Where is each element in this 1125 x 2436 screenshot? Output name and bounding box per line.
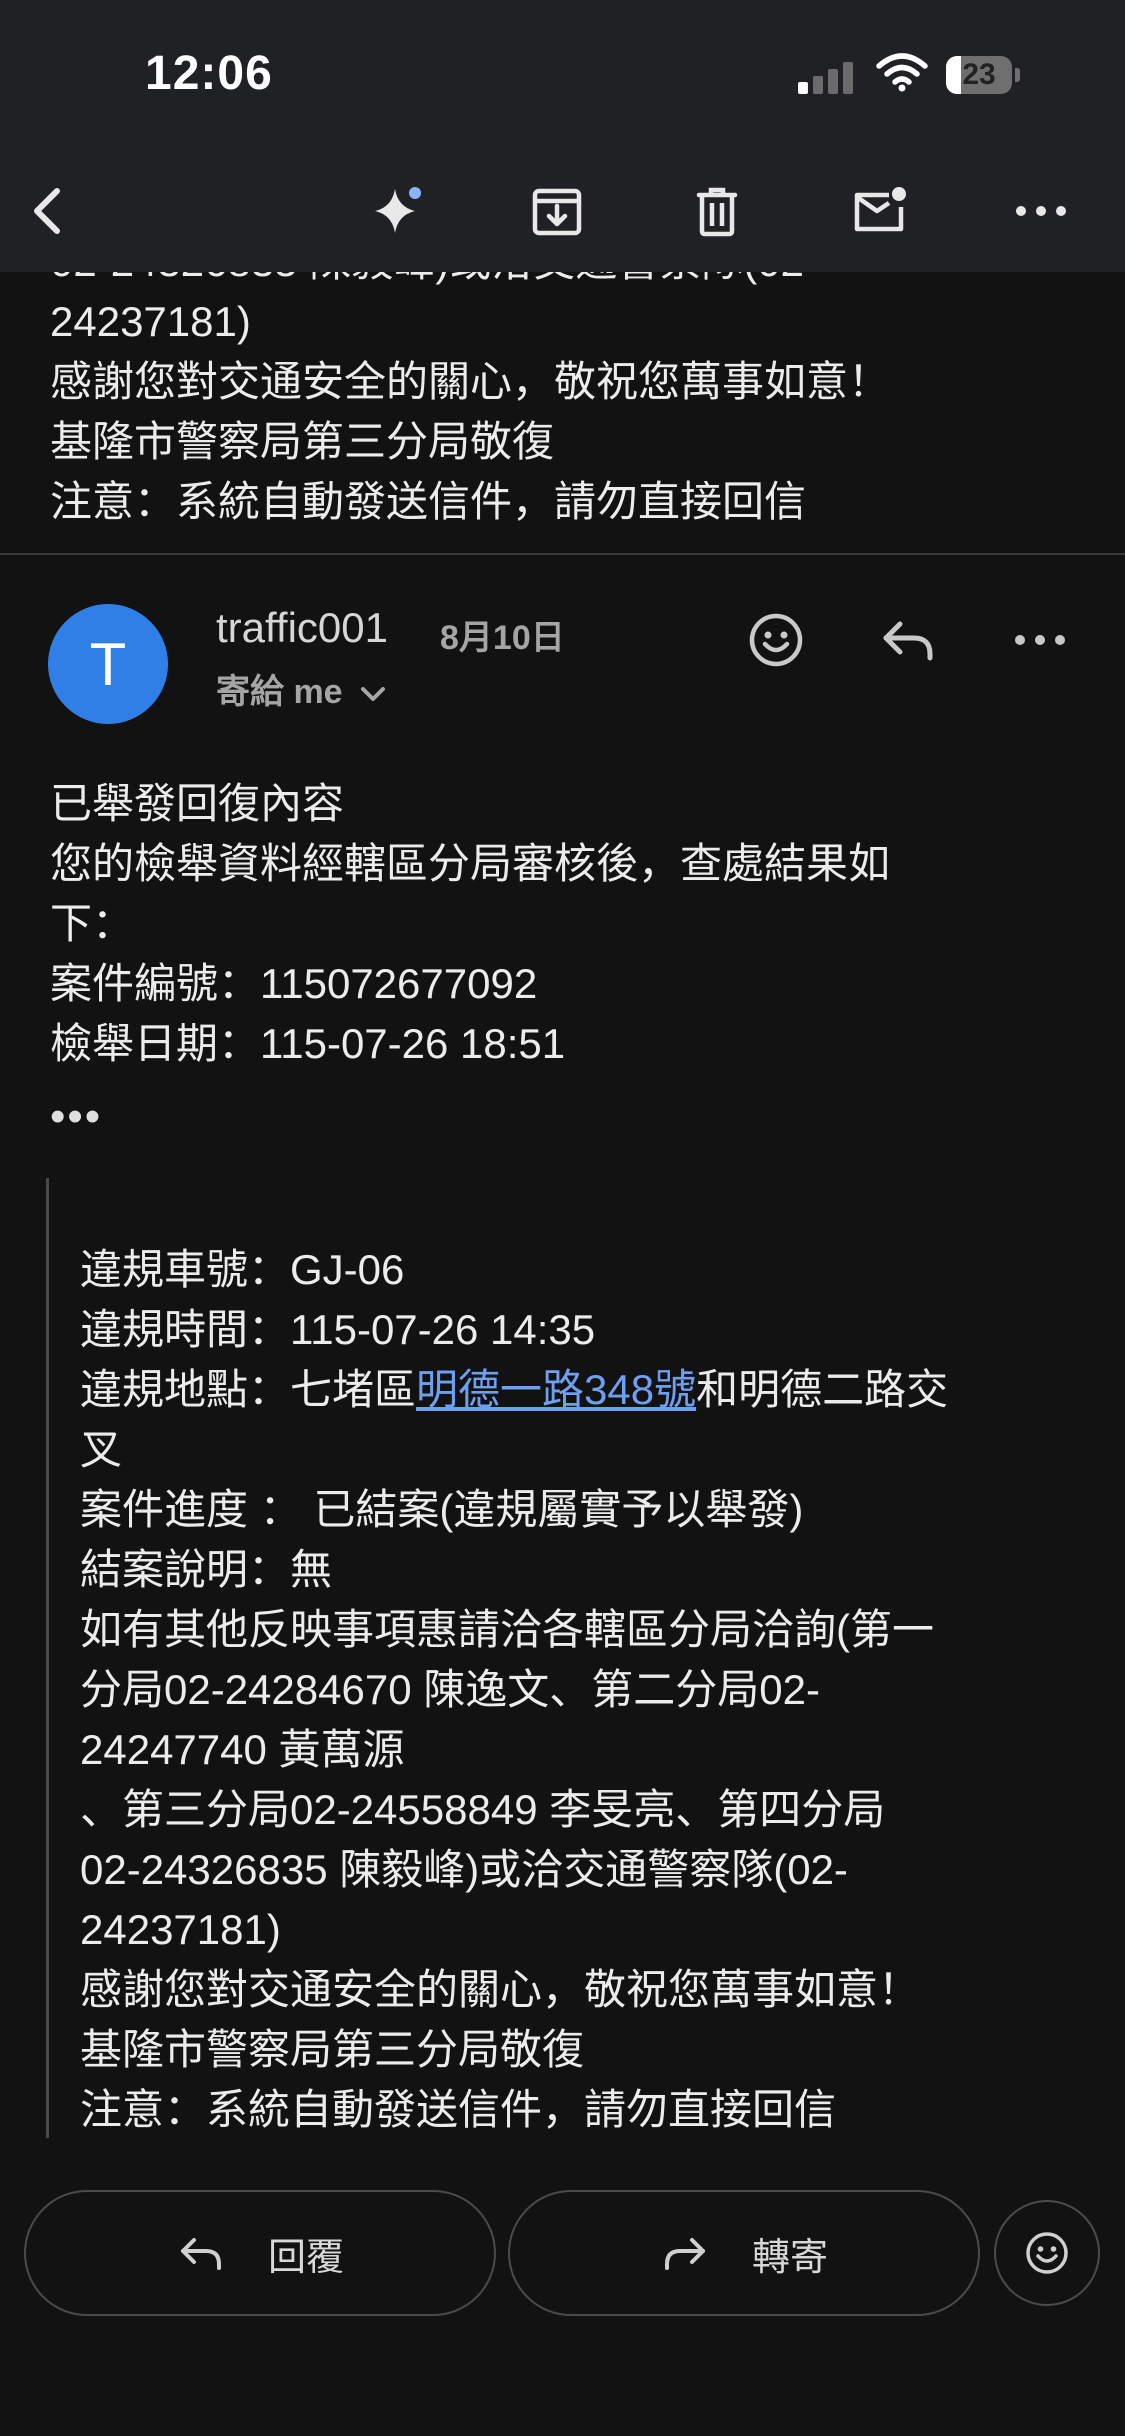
- email-thread: 02-24326835 陳毅峰)或洽交通警察隊(02- 24237181) 感謝…: [0, 0, 1125, 2436]
- reply-icon: [180, 2238, 221, 2270]
- emoji-icon: [1026, 2232, 1068, 2274]
- violation-location: 違規地點：七堵區明德一路348號和明德二路交: [80, 1360, 948, 1420]
- quote-bar: [46, 1178, 49, 2138]
- recipient-label: 寄給 me: [216, 673, 343, 711]
- mark-unread-icon: [854, 187, 906, 232]
- violation-location-cont: 叉: [80, 1426, 123, 1473]
- case-progress: 案件進度 ： 已結案(違規屬實予以舉發): [80, 1486, 804, 1533]
- more-button[interactable]: [1006, 176, 1076, 246]
- violation-time: 違規時間：115-07-26 14:35: [80, 1306, 596, 1353]
- contact-line: 24237181): [80, 1906, 281, 1953]
- forward-action-button[interactable]: 轉寄: [508, 2190, 980, 2316]
- thanks-line: 感謝您對交通安全的關心，敬祝您萬事如意！: [80, 1966, 921, 2013]
- sender-name[interactable]: traffic001: [216, 604, 388, 652]
- reply-button[interactable]: [876, 608, 940, 672]
- message-divider: [0, 553, 1125, 555]
- back-icon: [34, 188, 60, 234]
- contact-line: 如有其他反映事項惠請洽各轄區分局洽詢(第一: [80, 1606, 934, 1653]
- prev-message-line: 感謝您對交通安全的關心，敬祝您萬事如意！: [50, 358, 891, 405]
- case-explanation: 結案說明：無: [80, 1546, 333, 1593]
- case-number: 案件編號：115072677092: [50, 960, 538, 1007]
- violation-plate: 違規車號：GJ-06: [80, 1246, 405, 1293]
- archive-button[interactable]: [522, 176, 592, 246]
- email-toolbar: [0, 150, 1125, 272]
- reaction-button[interactable]: [994, 2200, 1100, 2306]
- trash-icon: [696, 187, 738, 237]
- emoji-icon: [749, 613, 803, 667]
- reply-action-button[interactable]: 回覆: [24, 2190, 496, 2316]
- more-icon: [1016, 206, 1066, 216]
- battery-level-text: 23: [962, 58, 996, 91]
- reply-label: 回覆: [267, 2236, 344, 2279]
- cellular-signal-icon: [798, 60, 858, 94]
- wifi-icon: [876, 53, 928, 92]
- body-line: 下：: [50, 900, 135, 947]
- recipient-toggle[interactable]: 寄給 me: [216, 664, 388, 713]
- sparkle-icon: [375, 187, 421, 233]
- reply-icon: [883, 621, 933, 661]
- notice-line: 注意：系統自動發送信件，請勿直接回信: [80, 2086, 837, 2133]
- signature-line: 基隆市警察局第三分局敬復: [80, 2026, 585, 2073]
- report-date: 檢舉日期：115-07-26 18:51: [50, 1020, 566, 1067]
- delete-button[interactable]: [682, 176, 752, 246]
- status-time: 12:06: [145, 47, 273, 100]
- location-suffix: 和明德二路交: [696, 1366, 949, 1413]
- prev-message-line: 基隆市警察局第三分局敬復: [50, 418, 555, 465]
- show-trimmed-content-button[interactable]: •••: [50, 1092, 102, 1142]
- mark-unread-button[interactable]: [844, 176, 914, 246]
- message-more-button[interactable]: [1008, 608, 1072, 672]
- status-bar: 12:06 23: [0, 0, 1125, 150]
- body-line: 您的檢舉資料經轄區分局審核後，查處結果如: [50, 840, 891, 887]
- add-reaction-button[interactable]: [744, 608, 808, 672]
- archive-icon: [532, 188, 582, 236]
- address-link[interactable]: 明德一路348號: [416, 1366, 696, 1413]
- contact-line: 02-24326835 陳毅峰)或洽交通警察隊(02-: [80, 1846, 848, 1893]
- battery-icon: 23: [946, 56, 1022, 96]
- forward-label: 轉寄: [751, 2236, 828, 2279]
- contact-line: 24247740 黃萬源: [80, 1726, 405, 1773]
- location-prefix: 違規地點：七堵區: [80, 1366, 417, 1413]
- prev-message-line: 注意：系統自動發送信件，請勿直接回信: [50, 478, 807, 525]
- prev-message-line: 24237181): [50, 298, 251, 345]
- back-button[interactable]: [14, 176, 84, 246]
- chevron-down-icon: [361, 687, 386, 702]
- gemini-button[interactable]: [362, 176, 432, 246]
- body-line: 已舉發回復內容: [50, 780, 345, 827]
- more-horizontal-icon: [1015, 635, 1065, 645]
- message-date: 8月10日: [440, 619, 565, 657]
- sender-avatar[interactable]: T: [48, 604, 168, 724]
- contact-line: 分局02-24284670 陳逸文、第二分局02-: [80, 1666, 820, 1713]
- contact-line: 、第三分局02-24558849 李旻亮、第四分局: [80, 1786, 886, 1833]
- forward-icon: [664, 2238, 705, 2270]
